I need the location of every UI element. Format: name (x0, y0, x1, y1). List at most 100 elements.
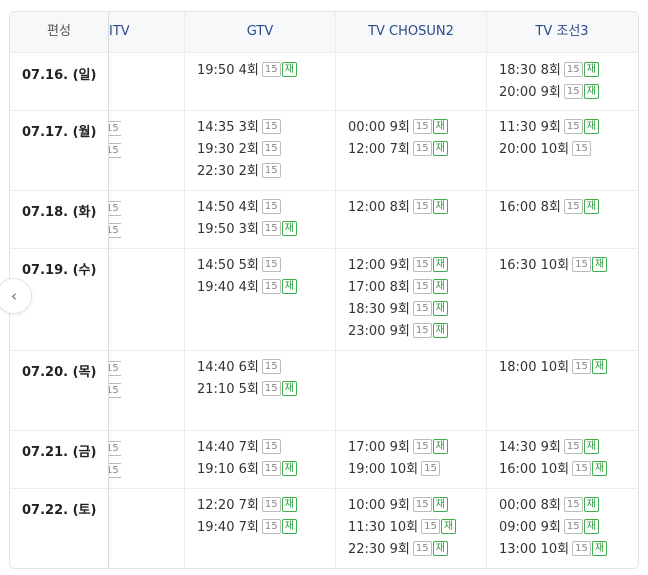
row-date: 07.22. (토) (22, 503, 97, 518)
broadcast-entry-chosun3[interactable]: 16:00 8회 15 재 (499, 197, 599, 219)
row-date: 07.16. (일) (22, 68, 97, 83)
clipped-itv-entry: 15 (109, 219, 121, 241)
broadcast-time: 12:20 (197, 498, 235, 513)
broadcast-entry-gtv[interactable]: 22:30 2회 15 (197, 161, 281, 183)
broadcast-time: 14:40 (197, 440, 235, 455)
episode-number: 9회 (389, 258, 410, 273)
broadcast-entry-gtv[interactable]: 14:35 3회 15 (197, 117, 281, 139)
age-rating-badge: 15 (412, 199, 432, 214)
broadcast-entry-gtv[interactable]: 14:50 4회 15 (197, 197, 281, 219)
broadcast-time: 17:00 (348, 280, 386, 295)
age-rating-badge: 15 (261, 519, 281, 534)
rerun-badge: 재 (591, 257, 608, 272)
broadcast-time: 19:00 (348, 462, 386, 477)
broadcast-entry-chosun3[interactable]: 18:00 10회 15 재 (499, 357, 608, 379)
broadcast-entry-chosun3[interactable]: 16:00 10회 15 재 (499, 459, 608, 481)
episode-number: 10회 (540, 258, 570, 273)
frozen-column-divider (108, 12, 109, 568)
broadcast-entry-chosun3[interactable]: 00:00 8회 15 재 (499, 495, 599, 517)
age-rating-badge: 15 (261, 62, 281, 77)
rerun-badge: 재 (281, 461, 297, 476)
episode-number: 7회 (389, 142, 410, 157)
broadcast-entry-chosun3[interactable]: 20:00 9회 15 재 (499, 82, 599, 104)
broadcast-entry-chosun2[interactable]: 23:00 9회 15 재 (348, 321, 448, 343)
broadcast-entry-chosun3[interactable]: 14:30 9회 15 재 (499, 437, 599, 459)
broadcast-entry-gtv[interactable]: 19:50 3회 15 재 (197, 219, 297, 241)
episode-number: 10회 (389, 520, 419, 535)
broadcast-entry-gtv[interactable]: 12:20 7회 15 재 (197, 495, 297, 517)
age-rating-badge: 15 (109, 441, 121, 456)
header-channel-gtv[interactable]: GTV (185, 12, 335, 52)
age-rating-badge: 15 (261, 461, 281, 476)
broadcast-entry-gtv[interactable]: 19:50 4회 15 재 (197, 60, 297, 82)
age-rating-badge: 15 (412, 141, 432, 156)
broadcast-entry-gtv[interactable]: 19:10 6회 15 재 (197, 459, 297, 481)
broadcast-entry-chosun3[interactable]: 20:00 10회 15 (499, 139, 591, 161)
age-rating-badge: 15 (261, 279, 281, 294)
broadcast-time: 14:30 (499, 440, 537, 455)
age-rating-badge: 15 (563, 62, 583, 77)
episode-number: 9회 (540, 520, 561, 535)
broadcast-entry-gtv[interactable]: 19:40 7회 15 재 (197, 517, 297, 539)
broadcast-entry-chosun2[interactable]: 12:00 8회 15 재 (348, 197, 448, 219)
episode-number: 10회 (540, 360, 570, 375)
header-channel-tv-chosun2[interactable]: TV CHOSUN2 (336, 12, 486, 52)
broadcast-time: 10:00 (348, 498, 386, 513)
broadcast-entry-chosun2[interactable]: 18:30 9회 15 재 (348, 299, 448, 321)
broadcast-entry-chosun2[interactable]: 11:30 10회 15 재 (348, 517, 457, 539)
episode-number: 8회 (389, 280, 410, 295)
broadcast-entry-gtv[interactable]: 14:50 5회 15 (197, 255, 281, 277)
broadcast-entry-chosun2[interactable]: 12:00 7회 15 재 (348, 139, 448, 161)
rerun-badge: 재 (432, 257, 448, 272)
broadcast-entry-chosun3[interactable]: 13:00 10회 15 재 (499, 539, 608, 561)
broadcast-time: 14:40 (197, 360, 235, 375)
broadcast-entry-chosun2[interactable]: 10:00 9회 15 재 (348, 495, 448, 517)
episode-number: 4회 (238, 200, 259, 215)
broadcast-time: 14:50 (197, 200, 235, 215)
clipped-itv-entry: 15 (109, 197, 121, 219)
broadcast-entry-chosun2[interactable]: 00:00 9회 15 재 (348, 117, 448, 139)
rerun-badge: 재 (281, 381, 297, 396)
age-rating-badge: 15 (261, 199, 281, 214)
broadcast-time: 19:10 (197, 462, 235, 477)
broadcast-entry-chosun2[interactable]: 22:30 9회 15 재 (348, 539, 448, 561)
header-channel-itv[interactable]: ITV (109, 12, 129, 52)
clipped-itv-entry: 15 (109, 117, 121, 139)
broadcast-entry-gtv[interactable]: 14:40 6회 15 (197, 357, 281, 379)
broadcast-entry-chosun3[interactable]: 09:00 9회 15 재 (499, 517, 599, 539)
broadcast-entry-gtv[interactable]: 21:10 5회 15 재 (197, 379, 297, 401)
age-rating-badge: 15 (261, 119, 281, 134)
table-row: 07.20. (목)151514:40 6회1521:10 5회15재18:00… (10, 350, 638, 431)
table-row: 07.17. (월)151514:35 3회1519:30 2회1522:30 … (10, 110, 638, 191)
column-divider (486, 12, 487, 568)
episode-number: 8회 (540, 63, 561, 78)
episode-number: 5회 (238, 382, 259, 397)
age-rating-badge: 15 (572, 141, 591, 156)
age-rating-badge: 15 (572, 359, 591, 374)
broadcast-entry-chosun2[interactable]: 12:00 9회 15 재 (348, 255, 448, 277)
episode-number: 3회 (238, 222, 259, 237)
broadcast-entry-chosun2[interactable]: 17:00 9회 15 재 (348, 437, 448, 459)
episode-number: 5회 (238, 258, 259, 273)
broadcast-time: 19:40 (197, 280, 235, 295)
broadcast-entry-gtv[interactable]: 19:30 2회 15 (197, 139, 281, 161)
broadcast-entry-chosun2[interactable]: 19:00 10회 15 (348, 459, 440, 481)
broadcast-time: 00:00 (499, 498, 537, 513)
broadcast-time: 21:10 (197, 382, 235, 397)
header-channel-tv-chosun3[interactable]: TV 조선3 (487, 12, 637, 52)
rerun-badge: 재 (583, 199, 599, 214)
broadcast-entry-gtv[interactable]: 19:40 4회 15 재 (197, 277, 297, 299)
rerun-badge: 재 (432, 279, 448, 294)
table-row: 07.18. (화)151514:50 4회1519:50 3회15재12:00… (10, 190, 638, 249)
age-rating-badge: 15 (109, 143, 121, 158)
broadcast-entry-chosun3[interactable]: 11:30 9회 15 재 (499, 117, 599, 139)
age-rating-badge: 15 (109, 361, 121, 376)
broadcast-entry-gtv[interactable]: 14:40 7회 15 (197, 437, 281, 459)
age-rating-badge: 15 (412, 257, 432, 272)
broadcast-time: 19:40 (197, 520, 235, 535)
broadcast-time: 20:00 (499, 142, 537, 157)
age-rating-badge: 15 (563, 439, 583, 454)
broadcast-entry-chosun3[interactable]: 18:30 8회 15 재 (499, 60, 599, 82)
broadcast-entry-chosun2[interactable]: 17:00 8회 15 재 (348, 277, 448, 299)
broadcast-entry-chosun3[interactable]: 16:30 10회 15 재 (499, 255, 608, 277)
